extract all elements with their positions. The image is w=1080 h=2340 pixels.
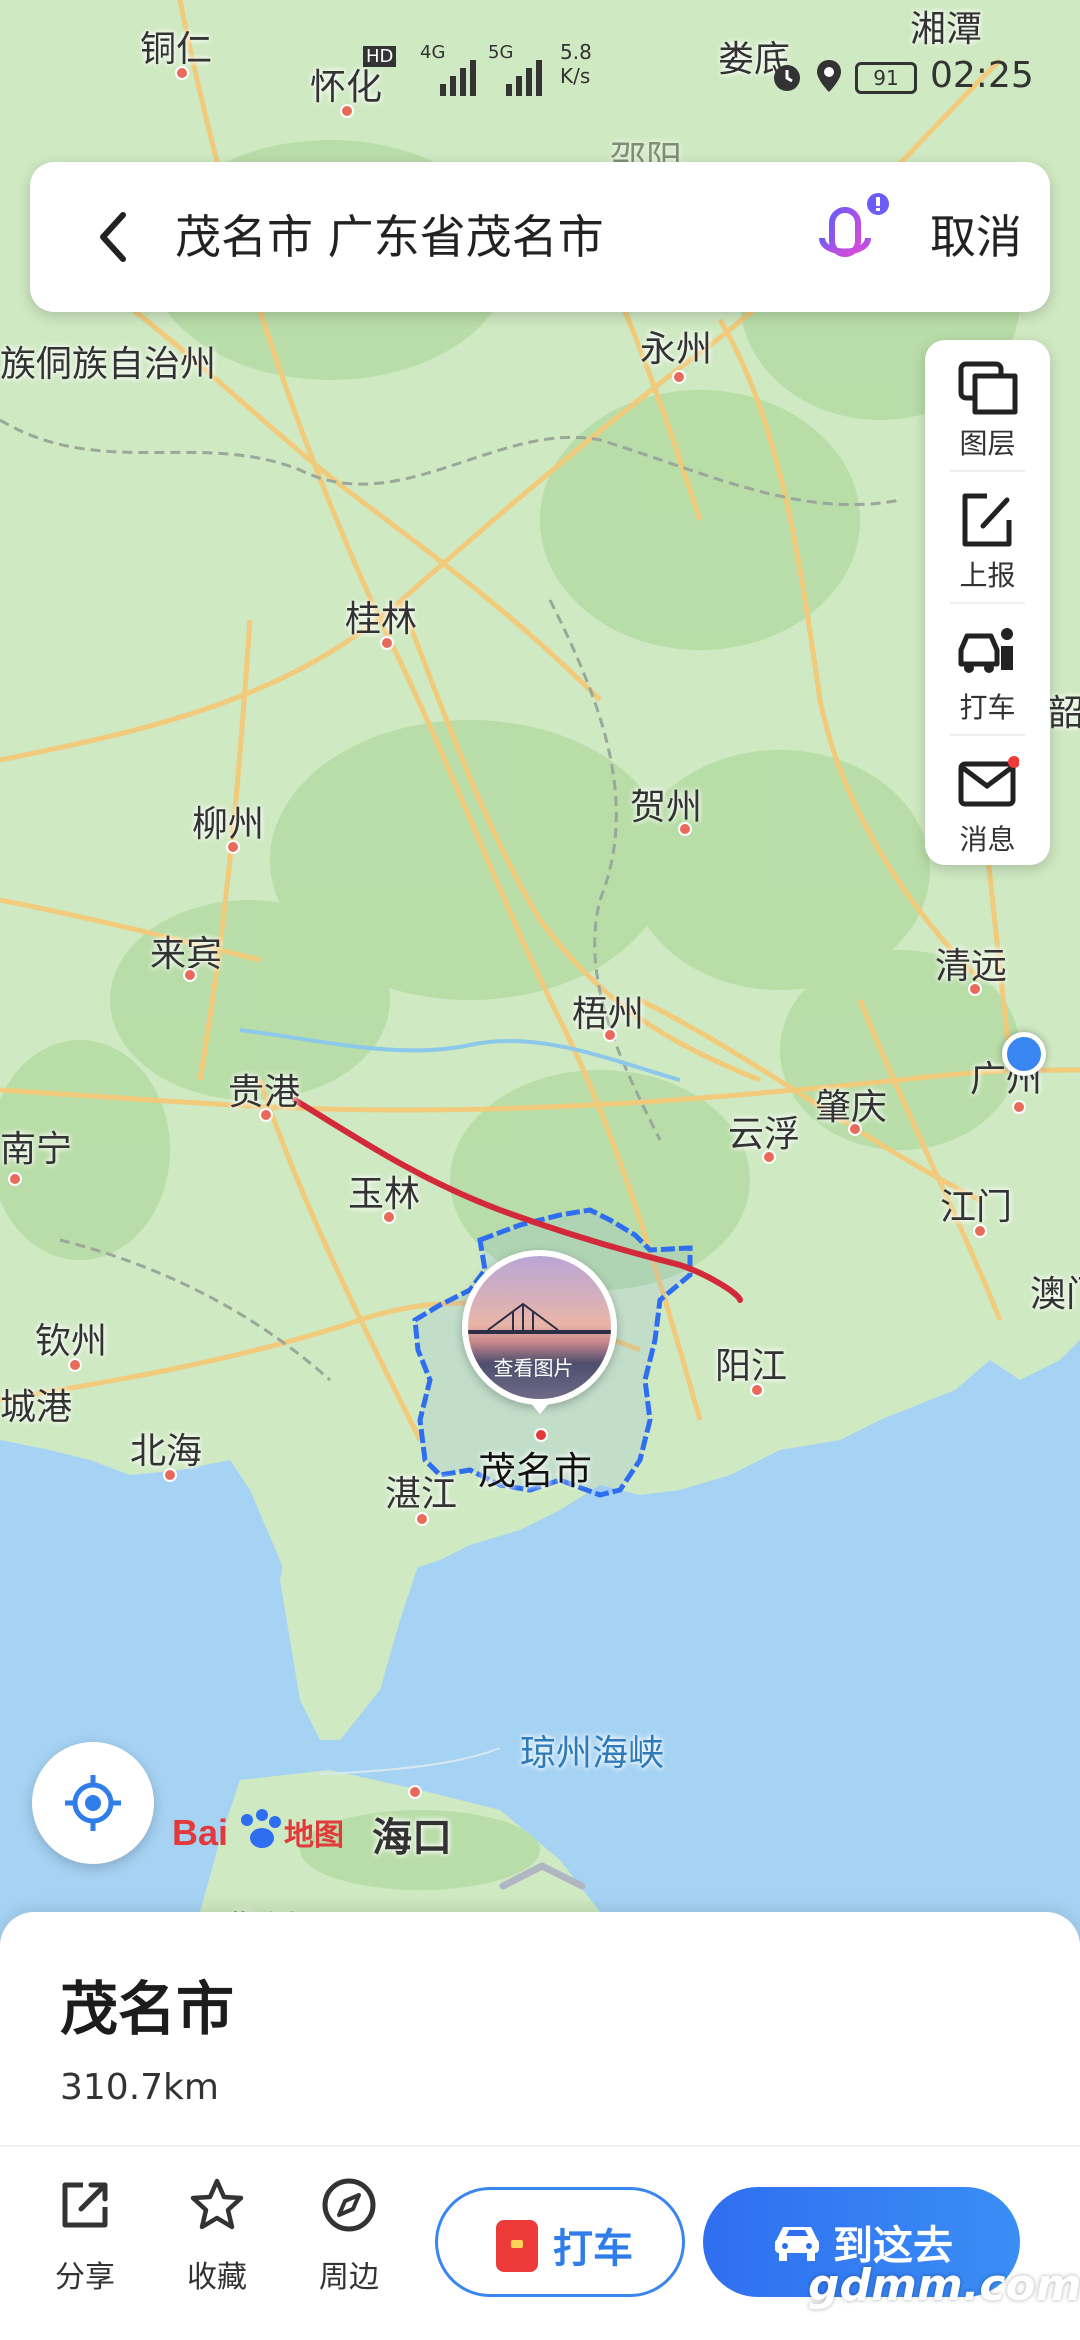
messages-button[interactable]: 消息 — [925, 736, 1050, 866]
map-label[interactable]: 城港 — [0, 1378, 72, 1430]
city-marker — [973, 1224, 987, 1238]
selected-city-label[interactable]: 茂名市 — [478, 1440, 592, 1495]
favorite-label: 收藏 — [187, 2260, 247, 2295]
view-photo-caption[interactable]: 查看图片 — [462, 1352, 605, 1381]
place-title: 茂名市 — [60, 1975, 235, 2043]
city-marker — [183, 968, 197, 982]
search-query[interactable]: 茂名市 广东省茂名市 — [175, 207, 604, 267]
map-label[interactable]: 湛江 — [385, 1465, 457, 1517]
city-marker — [603, 1028, 617, 1042]
map-label[interactable]: 钦州 — [35, 1312, 107, 1364]
map-toolbar: 图层 上报 打车 消息 — [925, 340, 1050, 865]
nearby-label: 周边 — [319, 2260, 379, 2295]
location-icon — [817, 60, 841, 92]
map-label[interactable]: 北海 — [130, 1422, 202, 1474]
map-label[interactable]: 南宁 — [0, 1120, 72, 1172]
city-marker — [408, 1785, 422, 1799]
taxi-tool-label: 打车 — [959, 691, 1016, 724]
map-label[interactable]: 贺州 — [630, 778, 702, 830]
city-marker — [163, 1468, 177, 1482]
city-marker — [848, 1122, 862, 1136]
map-label[interactable]: 清远 — [935, 937, 1007, 989]
hd-indicator: HD — [363, 46, 397, 67]
city-marker — [968, 982, 982, 996]
map-label[interactable]: 琼州海峡 — [520, 1724, 664, 1776]
report-button[interactable]: 上报 — [925, 472, 1050, 602]
taxi-red-packet-icon — [496, 2220, 538, 2272]
city-marker — [382, 1210, 396, 1224]
signal-5g-icon — [506, 60, 542, 96]
baidu-map-logo: Bai 地图 — [172, 1800, 352, 1860]
city-marker — [380, 636, 394, 650]
voice-mic-icon[interactable] — [805, 190, 895, 290]
city-marker — [415, 1512, 429, 1526]
report-label: 上报 — [959, 559, 1016, 592]
nearby-button[interactable]: 周边 — [294, 2177, 404, 2307]
city-marker — [8, 1172, 22, 1186]
report-edit-icon — [962, 493, 1012, 547]
baidu-paw-icon: Bai 地图 — [172, 1809, 344, 1853]
taxi-button-label: 打车 — [553, 2226, 633, 2272]
signal-4g-icon — [440, 60, 476, 96]
selected-city-marker — [534, 1428, 548, 1442]
svg-text:地图: 地图 — [284, 1818, 344, 1853]
map-label[interactable]: 玉林 — [348, 1165, 420, 1217]
city-marker — [678, 822, 692, 836]
place-distance: 310.7km — [60, 2067, 219, 2108]
pin-tail — [528, 1400, 552, 1414]
city-photo-thumbnail[interactable] — [462, 1250, 617, 1405]
map-label[interactable]: 族侗族自治州 — [0, 335, 216, 387]
city-marker — [762, 1150, 776, 1164]
city-marker — [672, 370, 686, 384]
taxi-driver-icon — [958, 628, 1013, 673]
taxi-button[interactable]: 打车 — [435, 2187, 685, 2297]
share-button[interactable]: 分享 — [30, 2177, 140, 2307]
layers-icon — [958, 361, 1018, 415]
city-marker — [68, 1358, 82, 1372]
locate-me-button[interactable] — [32, 1742, 154, 1864]
favorite-button[interactable]: 收藏 — [162, 2177, 272, 2307]
map-label[interactable]: 桂林 — [345, 590, 417, 642]
layers-label: 图层 — [959, 427, 1016, 460]
map-label[interactable]: 江门 — [940, 1178, 1012, 1230]
taxi-tool-button[interactable]: 打车 — [925, 604, 1050, 734]
city-marker — [750, 1383, 764, 1397]
city-marker — [1012, 1100, 1026, 1114]
star-icon — [190, 2178, 244, 2230]
layers-button[interactable]: 图层 — [925, 340, 1050, 470]
share-icon — [62, 2182, 108, 2228]
map-label[interactable]: 云浮 — [728, 1105, 800, 1157]
city-photo-pin[interactable]: 查看图片 — [462, 1250, 617, 1414]
battery-icon: 91 — [855, 62, 917, 94]
watermark: gdmm.com — [808, 2260, 1080, 2311]
map-label[interactable]: 海口 — [372, 1805, 452, 1863]
locate-crosshair-icon — [65, 1775, 121, 1831]
map-label[interactable]: 韶 — [1048, 684, 1080, 736]
share-label: 分享 — [55, 2260, 115, 2295]
search-bar[interactable]: 茂名市 广东省茂名市 取消 — [30, 162, 1050, 312]
drag-handle-chevron-icon[interactable] — [495, 1858, 590, 1892]
svg-text:Bai: Bai — [172, 1812, 228, 1853]
battery-level: 91 — [873, 66, 899, 90]
mail-icon — [958, 756, 1019, 807]
map-label[interactable]: 澳门 — [1030, 1265, 1080, 1317]
cancel-button[interactable]: 取消 — [930, 207, 1022, 267]
compass-icon — [322, 2178, 376, 2232]
map-label[interactable]: 柳州 — [192, 795, 264, 847]
city-marker — [226, 840, 240, 854]
map-label[interactable]: 阳江 — [715, 1337, 787, 1389]
city-marker — [259, 1108, 273, 1122]
alarm-icon — [774, 65, 800, 91]
network-speed: 5.8 K/s — [560, 40, 592, 88]
current-location-dot — [1002, 1032, 1046, 1076]
map-label[interactable]: 永州 — [640, 320, 712, 372]
clock: 02:25 — [930, 55, 1034, 96]
status-bar: HD 4G 5G 5.8 K/s 91 02:25 — [0, 40, 1080, 120]
messages-label: 消息 — [959, 823, 1016, 856]
back-arrow-icon[interactable] — [85, 207, 145, 267]
